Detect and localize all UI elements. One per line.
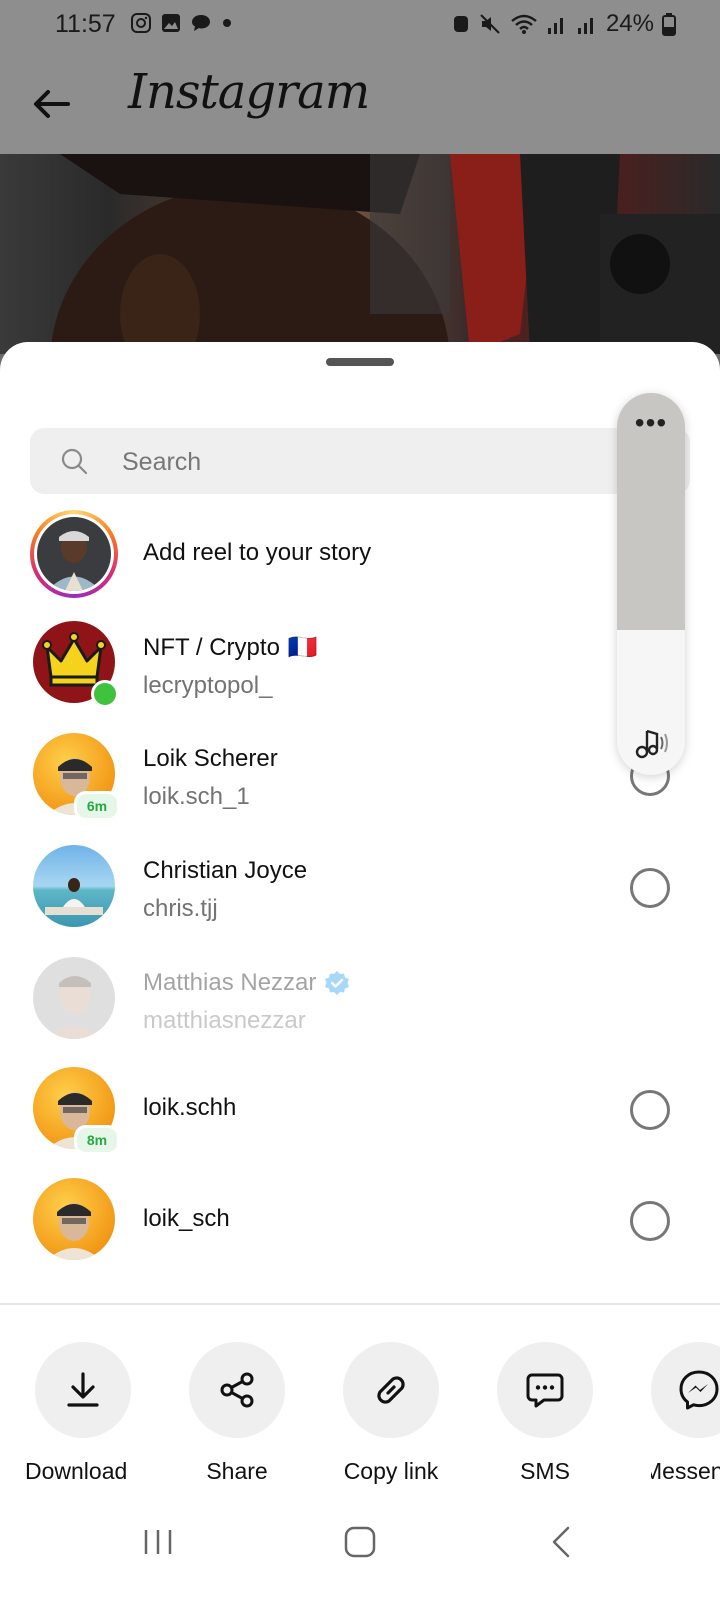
sms-icon [526,1373,564,1408]
add-to-story-row[interactable]: Add reel to your story [0,497,720,609]
signal-icon [547,18,563,34]
music-note-icon[interactable] [631,723,671,763]
contact-name: NFT / Crypto [143,633,280,661]
wifi-icon [511,14,537,34]
search-icon [61,448,88,475]
signal-icon-2 [577,18,593,34]
profile-photo [49,976,101,1039]
download-icon [67,1372,99,1407]
system-nav-bar [0,1506,720,1600]
download-label: Download [25,1458,128,1484]
battery-percent: 24% [605,10,654,37]
profile-photo [37,517,111,591]
select-radio[interactable] [630,1090,670,1130]
select-radio[interactable] [630,1201,670,1241]
sms-label: SMS [520,1458,570,1484]
messenger-icon [679,1370,719,1410]
mute-icon [480,14,500,34]
more-options-icon[interactable]: ••• [617,409,685,437]
app-bar: Instagram [0,52,720,154]
online-status-dot [91,680,119,708]
battery-icon [662,13,676,36]
drag-handle[interactable] [326,358,394,366]
status-bar: 11:57 24% [0,0,720,52]
contact-name: Loik Scherer [143,745,278,772]
link-icon [377,1376,405,1404]
share-label: Share [206,1458,268,1484]
contact-username: loik.sch_1 [143,783,250,810]
notification-icons [130,12,234,34]
chat-notification-icon [192,15,210,31]
copy-link-label: Copy link [343,1458,439,1484]
alarm-icon [453,16,468,32]
contact-username: lecryptopol_ [143,672,273,699]
active-time-badge: 8m [74,1125,120,1155]
share-sheet: Add reel to your story NFT / Crypto 🇫🇷 le… [0,342,720,1600]
floating-audio-widget[interactable]: ••• [617,393,685,775]
story-label: Add reel to your story [143,539,372,566]
section-divider [0,1303,720,1305]
verified-badge-icon [325,971,350,995]
instagram-logo: Instagram [128,64,370,120]
home-icon[interactable] [342,1524,378,1560]
share-icon [220,1372,254,1408]
back-arrow-icon[interactable] [28,80,76,128]
instagram-notification-icon [131,13,151,33]
contact-name: Christian Joyce [143,857,308,884]
status-time: 11:57 [55,10,116,38]
contact-avatar [33,1178,115,1260]
messenger-button[interactable]: Messenger [651,1342,720,1485]
contact-row[interactable]: 6m Loik Scherer loik.sch_1 [0,720,720,832]
sms-button[interactable]: SMS [497,1342,593,1485]
gallery-notification-icon [162,14,180,32]
search-bar[interactable] [30,428,690,496]
system-status-icons: 24% [452,10,676,38]
contact-username: matthiasnezzar [143,1007,306,1034]
profile-photo [45,878,103,915]
contact-name: loik.schh [143,1094,237,1121]
contact-avatar [33,845,115,927]
video-frame-image [50,154,720,354]
contact-row[interactable]: Christian Joyce chris.tjj [0,832,720,944]
recent-apps-icon[interactable] [140,1524,176,1560]
france-flag-icon: 🇫🇷 [287,634,318,661]
contact-row[interactable]: loik_sch [0,1165,720,1277]
contact-row[interactable]: NFT / Crypto 🇫🇷 lecryptopol_ [0,608,720,720]
contact-name: Matthias Nezzar [143,969,317,996]
story-avatar [30,510,118,598]
profile-photo [47,1203,101,1260]
select-radio[interactable] [630,868,670,908]
copy-link-button[interactable]: Copy link [343,1342,439,1485]
download-button[interactable]: Download [25,1342,131,1485]
messenger-label: Messenger [651,1458,720,1484]
contact-row[interactable]: 8m loik.schh [0,1054,720,1166]
contact-username: chris.tjj [143,895,218,922]
reel-video-background [0,154,720,354]
contact-name: loik_sch [143,1205,230,1232]
contact-row-disabled: Matthias Nezzar matthiasnezzar [0,944,720,1056]
search-input[interactable] [120,428,604,496]
contact-avatar [33,957,115,1039]
share-button[interactable]: Share [189,1342,285,1485]
back-nav-icon[interactable] [544,1524,580,1560]
dot-notification-icon [223,19,231,27]
active-time-badge: 6m [74,791,120,821]
